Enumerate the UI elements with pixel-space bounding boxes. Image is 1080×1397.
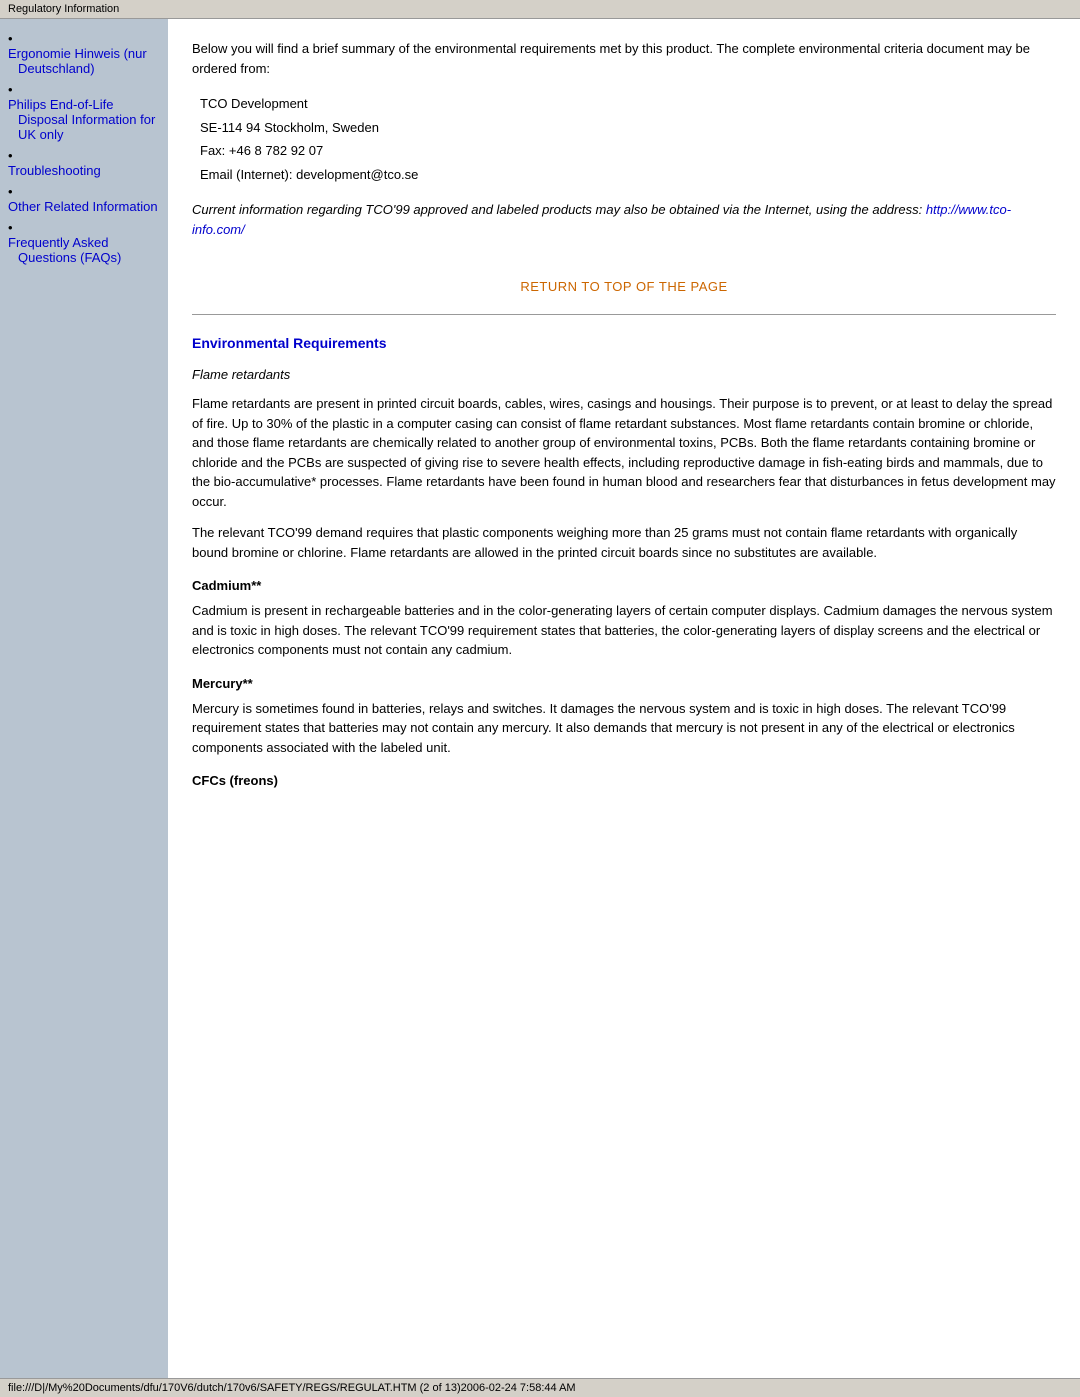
cadmium-para: Cadmium is present in rechargeable batte… — [192, 601, 1056, 660]
tco-line3: Fax: +46 8 782 92 07 — [192, 141, 1056, 161]
sidebar-link-troubleshooting[interactable]: Troubleshooting — [8, 163, 160, 178]
cfc-title: CFCs (freons) — [192, 773, 1056, 788]
title-bar-label: Regulatory Information — [8, 3, 119, 15]
sidebar-item-ergonomie[interactable]: Ergonomie Hinweis (nur Deutschland) — [8, 31, 160, 76]
sidebar-item-troubleshooting[interactable]: Troubleshooting — [8, 148, 160, 178]
sidebar-link-ergonomie[interactable]: Ergonomie Hinweis (nur Deutschland) — [8, 46, 160, 76]
cadmium-title: Cadmium** — [192, 578, 1056, 593]
flame-para2: The relevant TCO'99 demand requires that… — [192, 523, 1056, 562]
sidebar-item-philips[interactable]: Philips End-of-Life Disposal Information… — [8, 82, 160, 142]
env-req-title: Environmental Requirements — [192, 335, 1056, 351]
status-bar-path: file:///D|/My%20Documents/dfu/170V6/dutc… — [8, 1382, 576, 1394]
italic-note: Current information regarding TCO'99 app… — [192, 200, 1056, 239]
mercury-title: Mercury** — [192, 676, 1056, 691]
sidebar-item-faqs[interactable]: Frequently Asked Questions (FAQs) — [8, 220, 160, 265]
flame-para1: Flame retardants are present in printed … — [192, 394, 1056, 511]
tco-address-block: TCO Development SE-114 94 Stockholm, Swe… — [192, 94, 1056, 184]
sidebar: Ergonomie Hinweis (nur Deutschland) Phil… — [0, 19, 168, 1378]
sidebar-item-other-related[interactable]: Other Related Information — [8, 184, 160, 214]
intro-paragraph: Below you will find a brief summary of t… — [192, 39, 1056, 78]
mercury-para: Mercury is sometimes found in batteries,… — [192, 699, 1056, 758]
sidebar-link-other-related[interactable]: Other Related Information — [8, 199, 160, 214]
section-divider — [192, 314, 1056, 315]
tco-line4: Email (Internet): development@tco.se — [192, 165, 1056, 185]
title-bar: Regulatory Information — [0, 0, 1080, 19]
tco-line2: SE-114 94 Stockholm, Sweden — [192, 118, 1056, 138]
sidebar-link-faqs[interactable]: Frequently Asked Questions (FAQs) — [8, 235, 160, 265]
return-to-top-link[interactable]: RETURN TO TOP OF THE PAGE — [520, 279, 727, 294]
main-container: Ergonomie Hinweis (nur Deutschland) Phil… — [0, 19, 1080, 1378]
tco-line1: TCO Development — [192, 94, 1056, 114]
env-requirements-section: Environmental Requirements Flame retarda… — [192, 335, 1056, 788]
content-area: Below you will find a brief summary of t… — [168, 19, 1080, 1378]
italic-note-text: Current information regarding TCO'99 app… — [192, 202, 926, 217]
status-bar: file:///D|/My%20Documents/dfu/170V6/dutc… — [0, 1378, 1080, 1397]
flame-subtitle: Flame retardants — [192, 367, 1056, 382]
sidebar-nav: Ergonomie Hinweis (nur Deutschland) Phil… — [8, 31, 160, 265]
return-to-top-container: RETURN TO TOP OF THE PAGE — [192, 279, 1056, 294]
sidebar-link-philips[interactable]: Philips End-of-Life Disposal Information… — [8, 97, 160, 142]
